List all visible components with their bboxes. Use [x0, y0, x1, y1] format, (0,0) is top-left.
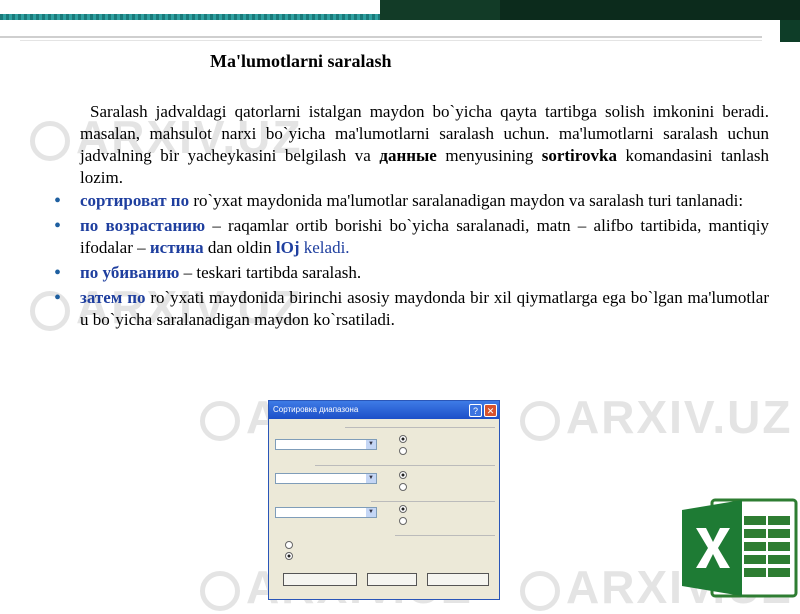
descending-radio-3[interactable]	[399, 517, 410, 525]
descending-radio[interactable]	[399, 447, 410, 455]
dialog-titlebar: Сортировка диапазона ? ✕	[269, 401, 499, 419]
list-item: • сортироват по ro`yxat maydonida ma'lumo…	[54, 190, 744, 212]
column-letters-radio[interactable]	[285, 552, 296, 560]
last-field-combo[interactable]: ▼	[275, 507, 377, 518]
list-item: • по возрастанию – raqamlar ortib borishi…	[54, 215, 769, 257]
top-decor-bar	[0, 0, 800, 20]
params-button[interactable]	[283, 573, 357, 586]
intro-paragraph: Saralash jadvaldagi qatorlarni istalgan …	[80, 102, 769, 187]
sort-field-combo[interactable]: ▼	[275, 439, 377, 450]
slide-title: Ma'lumotlarni saralash	[210, 51, 392, 71]
header-rule	[0, 36, 762, 38]
cancel-button[interactable]	[427, 573, 489, 586]
then-field-combo[interactable]: ▼	[275, 473, 377, 484]
menu-name-dannye: данные	[379, 146, 437, 165]
list-item: • затем по ro`yxati maydonida birinchi as…	[54, 287, 769, 329]
descending-radio-2[interactable]	[399, 483, 410, 491]
ascending-radio-3[interactable]	[399, 505, 410, 513]
bullet-list: • сортироват по ro`yxat maydonida ma'lumo…	[54, 190, 769, 334]
close-button[interactable]: ✕	[484, 404, 497, 417]
ascending-radio-2[interactable]	[399, 471, 410, 479]
excel-logo-icon	[682, 498, 798, 598]
watermark: ARXIV.UZ	[520, 390, 792, 444]
help-button[interactable]: ?	[469, 404, 482, 417]
sort-dialog-image: Сортировка диапазона ? ✕ ▼ ▼ ▼	[268, 400, 500, 600]
ascending-radio[interactable]	[399, 435, 410, 443]
command-name-sortirovka: sortirovka	[541, 146, 617, 165]
header-rule-thin	[20, 40, 762, 41]
header-row-radio[interactable]	[285, 541, 296, 549]
list-item: • по убиванию – teskari tartibda saralash…	[54, 262, 362, 284]
right-corner-block	[780, 20, 800, 42]
ok-button[interactable]	[367, 573, 417, 586]
